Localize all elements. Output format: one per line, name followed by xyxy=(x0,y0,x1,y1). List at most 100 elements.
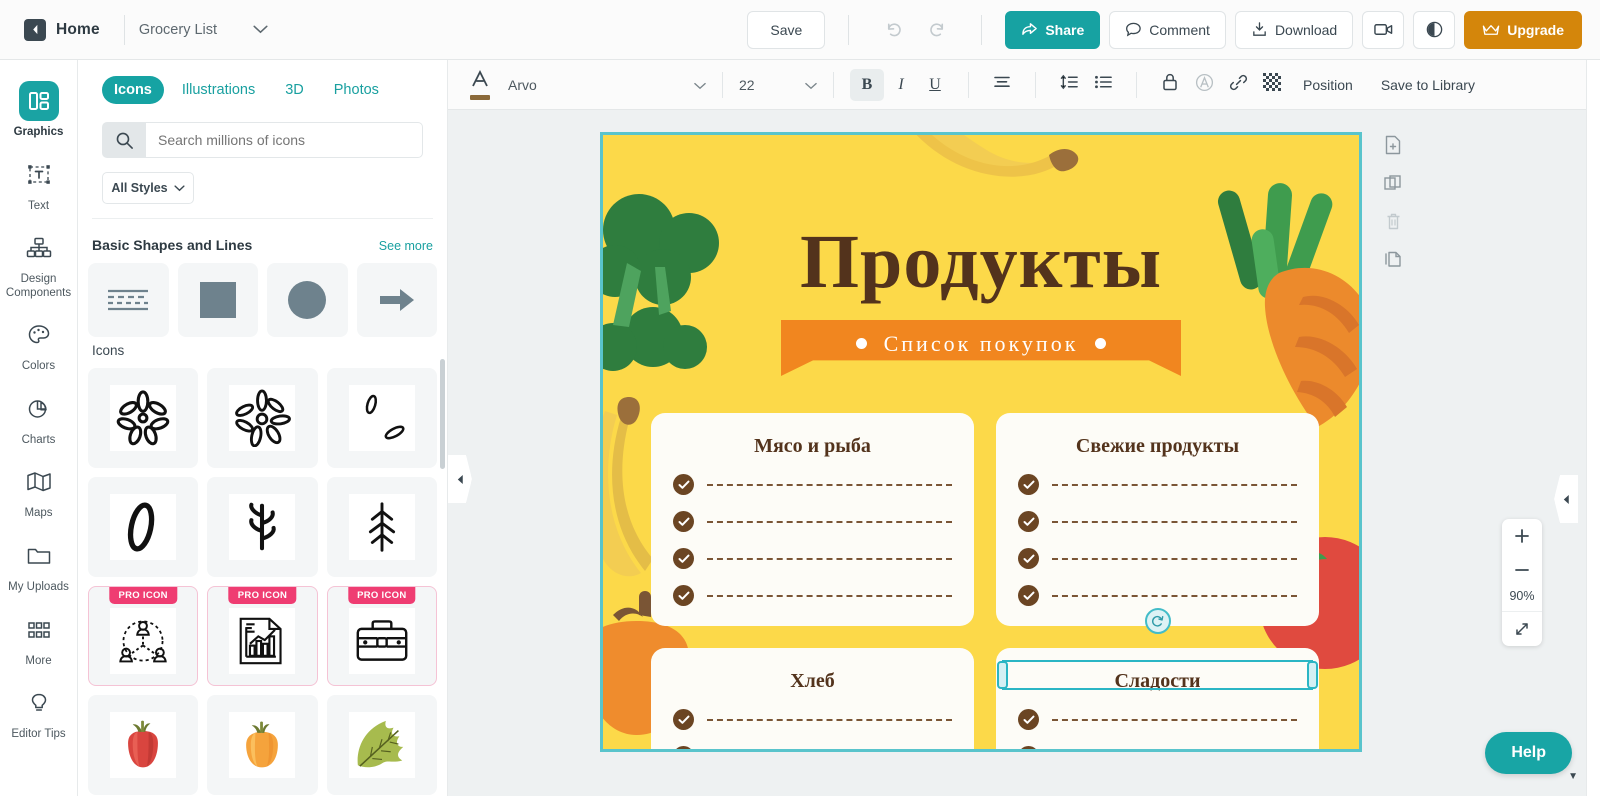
line-spacing-button[interactable] xyxy=(1052,69,1086,101)
panel-scroll-area[interactable]: Basic Shapes and Lines See more Icons PR… xyxy=(78,219,447,796)
tab-icons[interactable]: Icons xyxy=(102,76,164,104)
shape-arrow-right[interactable] xyxy=(356,263,437,337)
sidebar-item-graphics[interactable]: Graphics xyxy=(2,74,76,146)
bold-button[interactable]: B xyxy=(850,68,884,101)
font-family-select[interactable]: Arvo xyxy=(508,77,706,93)
icon-briefcase[interactable]: PRO ICON xyxy=(326,586,437,686)
copy-page-icon[interactable] xyxy=(1380,246,1406,272)
checklist-row[interactable] xyxy=(1018,548,1297,569)
icon-report-chart[interactable]: PRO ICON xyxy=(207,586,318,686)
sidebar-item-charts[interactable]: Charts xyxy=(2,382,76,454)
icon-daisy-flower-alt[interactable] xyxy=(207,368,318,468)
icon-red-pepper[interactable] xyxy=(88,695,199,795)
checklist-row[interactable] xyxy=(1018,511,1297,532)
home-button[interactable]: Home xyxy=(14,15,110,45)
design-ribbon[interactable]: Список покупок xyxy=(781,320,1181,376)
card-title[interactable]: Свежие продукты xyxy=(1018,435,1297,458)
shape-circle[interactable] xyxy=(267,263,348,337)
check-circle-icon xyxy=(1018,548,1039,569)
canvas-viewport[interactable]: Продукты Список покупок Мясо и рыба Свеж… xyxy=(448,110,1600,796)
design-title[interactable]: Продукты xyxy=(603,219,1359,306)
checklist-card[interactable]: Свежие продукты xyxy=(996,413,1319,626)
checklist-row[interactable] xyxy=(1018,709,1297,730)
sidebar-item-more[interactable]: More xyxy=(2,603,76,675)
icon-green-leaf[interactable] xyxy=(326,695,437,795)
upgrade-button[interactable]: Upgrade xyxy=(1464,10,1582,49)
checklist-row[interactable] xyxy=(673,511,952,532)
tab-illustrations[interactable]: Illustrations xyxy=(170,76,267,104)
save-to-library-button[interactable]: Save to Library xyxy=(1367,77,1489,93)
lock-button[interactable] xyxy=(1153,69,1187,101)
comment-icon xyxy=(1125,21,1142,38)
icon-seeds[interactable] xyxy=(326,368,437,468)
help-button[interactable]: Help xyxy=(1485,732,1572,774)
bullet-list-button[interactable] xyxy=(1086,69,1120,101)
sidebar-item-maps[interactable]: Maps xyxy=(2,455,76,527)
share-button[interactable]: Share xyxy=(1005,10,1101,49)
transparency-button[interactable] xyxy=(1255,69,1289,101)
delete-page-icon[interactable] xyxy=(1380,208,1406,234)
alt-text-button[interactable] xyxy=(1187,69,1221,101)
checklist-row[interactable] xyxy=(1018,585,1297,606)
sidebar-item-design-components[interactable]: Design Components xyxy=(2,221,76,306)
checklist-card[interactable]: Хлеб xyxy=(651,648,974,749)
icon-leaf-outline[interactable] xyxy=(88,477,199,577)
text-color-button[interactable] xyxy=(470,69,490,100)
resize-handle-right[interactable] xyxy=(1307,661,1318,689)
text-align-button[interactable] xyxy=(985,69,1019,101)
icon-pumpkin[interactable] xyxy=(207,695,318,795)
redo-button[interactable] xyxy=(916,11,958,49)
sidebar-item-colors[interactable]: Colors xyxy=(2,308,76,380)
icon-daisy-flower[interactable] xyxy=(88,368,199,468)
icon-team-network[interactable]: PRO ICON xyxy=(88,586,199,686)
duplicate-page-icon[interactable] xyxy=(1380,170,1406,196)
checklist-row[interactable] xyxy=(673,548,952,569)
link-button[interactable] xyxy=(1221,69,1255,101)
sidebar-item-my-uploads[interactable]: My Uploads xyxy=(2,529,76,601)
icon-sprout[interactable] xyxy=(207,477,318,577)
resize-handle-left[interactable] xyxy=(997,661,1008,689)
checklist-row[interactable] xyxy=(673,474,952,495)
icon-fir-tree[interactable] xyxy=(326,477,437,577)
share-label: Share xyxy=(1045,21,1085,38)
undo-button[interactable] xyxy=(872,11,914,49)
italic-button[interactable]: I xyxy=(884,69,918,101)
sidebar-item-text[interactable]: Text xyxy=(2,148,76,220)
checklist-row[interactable] xyxy=(673,709,952,730)
rotate-handle[interactable] xyxy=(1144,608,1171,634)
present-video-button[interactable] xyxy=(1362,10,1405,49)
see-more-link[interactable]: See more xyxy=(379,239,433,253)
checklist-row[interactable] xyxy=(1018,474,1297,495)
shape-square[interactable] xyxy=(177,263,258,337)
chevron-down-icon[interactable] xyxy=(253,25,268,34)
tab-3d[interactable]: 3D xyxy=(273,76,316,104)
checklist-card[interactable]: Мясо и рыба xyxy=(651,413,974,626)
checklist-row[interactable] xyxy=(673,746,952,749)
all-styles-dropdown[interactable]: All Styles xyxy=(102,172,194,204)
zoom-out-button[interactable] xyxy=(1502,553,1542,587)
fit-screen-button[interactable] xyxy=(1502,612,1542,646)
help-caret-icon[interactable]: ▼ xyxy=(1568,771,1578,782)
search-input[interactable] xyxy=(146,122,423,158)
checklist-row[interactable] xyxy=(673,585,952,606)
card-title[interactable]: Мясо и рыба xyxy=(673,435,952,458)
add-page-icon[interactable] xyxy=(1380,132,1406,158)
design-artboard[interactable]: Продукты Список покупок Мясо и рыба Свеж… xyxy=(600,132,1362,752)
card-title[interactable]: Хлеб xyxy=(673,670,952,693)
checklist-card-selected[interactable]: Сладости xyxy=(996,608,1319,749)
card-title[interactable]: Сладости xyxy=(1018,670,1297,693)
preview-button[interactable] xyxy=(1413,10,1456,49)
zoom-in-button[interactable] xyxy=(1502,519,1542,553)
save-button[interactable]: Save xyxy=(747,10,826,49)
comment-button[interactable]: Comment xyxy=(1109,10,1226,49)
position-button[interactable]: Position xyxy=(1289,77,1367,93)
tab-photos[interactable]: Photos xyxy=(322,76,391,104)
underline-button[interactable]: U xyxy=(918,69,952,101)
sidebar-item-label: My Uploads xyxy=(8,580,69,593)
checklist-row[interactable] xyxy=(1018,746,1297,749)
shape-dashed-lines[interactable] xyxy=(88,263,169,337)
font-size-select[interactable]: 22 xyxy=(739,77,817,93)
panel-scrollbar[interactable] xyxy=(440,359,445,469)
sidebar-item-editor-tips[interactable]: Editor Tips xyxy=(2,676,76,748)
download-button[interactable]: Download xyxy=(1234,10,1354,49)
